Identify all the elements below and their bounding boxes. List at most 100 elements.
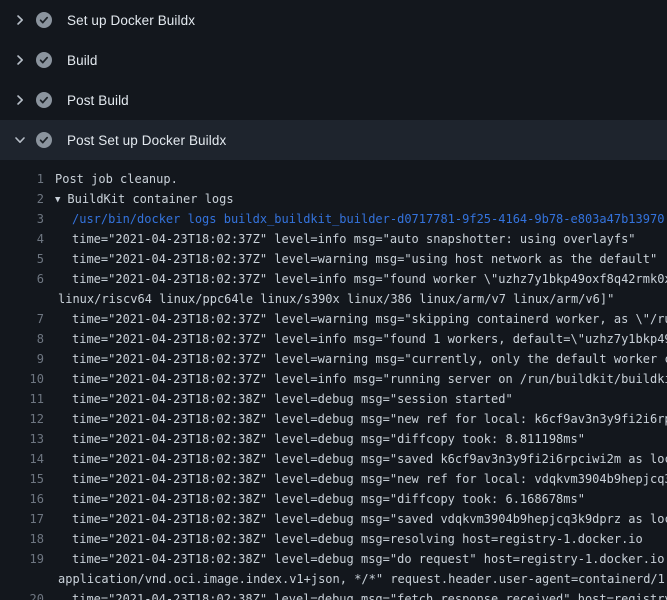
log-line[interactable]: 7 time="2021-04-23T18:02:37Z" level=warn… [0, 309, 667, 329]
check-circle-icon [36, 92, 52, 108]
line-text: time="2021-04-23T18:02:37Z" level=info m… [44, 229, 636, 249]
line-number[interactable]: 18 [0, 529, 44, 549]
line-text-content: time="2021-04-23T18:02:38Z" level=debug … [72, 532, 643, 546]
line-text: application/vnd.oci.image.index.v1+json,… [44, 569, 667, 589]
line-text: Post job cleanup. [44, 169, 178, 189]
step-label: Post Set up Docker Buildx [67, 133, 226, 148]
log-line[interactable]: 4 time="2021-04-23T18:02:37Z" level=info… [0, 229, 667, 249]
line-number[interactable]: 16 [0, 489, 44, 509]
chevron-right-icon[interactable] [12, 92, 28, 108]
line-number[interactable] [0, 569, 44, 589]
line-text-content: time="2021-04-23T18:02:37Z" level=info m… [72, 372, 667, 386]
chevron-down-icon[interactable] [12, 132, 28, 148]
line-number[interactable]: 12 [0, 409, 44, 429]
line-text: time="2021-04-23T18:02:37Z" level=info m… [44, 369, 667, 389]
step-label: Post Build [67, 93, 129, 108]
log-line[interactable]: 14 time="2021-04-23T18:02:38Z" level=deb… [0, 449, 667, 469]
workflow-log-viewer: Set up Docker Buildx Build [0, 0, 667, 600]
line-text: time="2021-04-23T18:02:38Z" level=debug … [44, 429, 585, 449]
line-text-content: time="2021-04-23T18:02:37Z" level=warnin… [72, 252, 657, 266]
log-line[interactable]: 9 time="2021-04-23T18:02:37Z" level=warn… [0, 349, 667, 369]
line-number[interactable]: 5 [0, 249, 44, 269]
log-line[interactable]: 6 time="2021-04-23T18:02:37Z" level=info… [0, 269, 667, 289]
line-text-content: time="2021-04-23T18:02:38Z" level=debug … [72, 392, 513, 406]
log-line[interactable]: 1 Post job cleanup. [0, 169, 667, 189]
log-line[interactable]: 2 ▼BuildKit container logs [0, 189, 667, 209]
line-number[interactable]: 17 [0, 509, 44, 529]
log-line[interactable]: 20 time="2021-04-23T18:02:38Z" level=deb… [0, 589, 667, 600]
line-number[interactable]: 20 [0, 589, 44, 600]
line-text: time="2021-04-23T18:02:38Z" level=debug … [44, 389, 513, 409]
line-text-content: time="2021-04-23T18:02:38Z" level=debug … [72, 592, 667, 600]
line-number[interactable]: 9 [0, 349, 44, 369]
line-text: linux/riscv64 linux/ppc64le linux/s390x … [44, 289, 614, 309]
line-number[interactable]: 14 [0, 449, 44, 469]
line-text-content: time="2021-04-23T18:02:37Z" level=info m… [72, 332, 667, 346]
log-line[interactable]: 13 time="2021-04-23T18:02:38Z" level=deb… [0, 429, 667, 449]
line-text-content: time="2021-04-23T18:02:38Z" level=debug … [72, 492, 585, 506]
check-circle-icon [36, 52, 52, 68]
step-row-3[interactable]: Post Set up Docker Buildx [0, 120, 667, 160]
log-line[interactable]: 11 time="2021-04-23T18:02:38Z" level=deb… [0, 389, 667, 409]
collapse-triangle-icon[interactable]: ▼ [55, 195, 60, 205]
line-text: ▼BuildKit container logs [44, 189, 234, 209]
line-text-content: time="2021-04-23T18:02:37Z" level=info m… [72, 232, 636, 246]
line-number[interactable]: 13 [0, 429, 44, 449]
line-number[interactable]: 10 [0, 369, 44, 389]
log-line[interactable]: 16 time="2021-04-23T18:02:38Z" level=deb… [0, 489, 667, 509]
log-line[interactable]: application/vnd.oci.image.index.v1+json,… [0, 569, 667, 589]
step-row-1[interactable]: Build [0, 40, 667, 80]
log-line[interactable]: 3 /usr/bin/docker logs buildx_buildkit_b… [0, 209, 667, 229]
step-row-2[interactable]: Post Build [0, 80, 667, 120]
line-text-content: application/vnd.oci.image.index.v1+json,… [58, 572, 667, 586]
line-text: time="2021-04-23T18:02:38Z" level=debug … [44, 489, 585, 509]
log-line[interactable]: 10 time="2021-04-23T18:02:37Z" level=inf… [0, 369, 667, 389]
line-number[interactable]: 3 [0, 209, 44, 229]
line-number[interactable]: 4 [0, 229, 44, 249]
log-line[interactable]: 8 time="2021-04-23T18:02:37Z" level=info… [0, 329, 667, 349]
log-line[interactable]: 12 time="2021-04-23T18:02:38Z" level=deb… [0, 409, 667, 429]
line-text: time="2021-04-23T18:02:38Z" level=debug … [44, 589, 667, 600]
chevron-right-icon[interactable] [12, 52, 28, 68]
line-text-content: time="2021-04-23T18:02:38Z" level=debug … [72, 412, 667, 426]
line-text: time="2021-04-23T18:02:38Z" level=debug … [44, 409, 667, 429]
line-text-content: time="2021-04-23T18:02:38Z" level=debug … [72, 512, 667, 526]
line-number[interactable]: 1 [0, 169, 44, 189]
line-number[interactable]: 15 [0, 469, 44, 489]
chevron-right-icon[interactable] [12, 12, 28, 28]
log-line[interactable]: 19 time="2021-04-23T18:02:38Z" level=deb… [0, 549, 667, 569]
line-text: time="2021-04-23T18:02:38Z" level=debug … [44, 469, 667, 489]
steps-list: Set up Docker Buildx Build [0, 0, 667, 160]
check-circle-icon [36, 12, 52, 28]
line-number[interactable]: 7 [0, 309, 44, 329]
line-text-content: /usr/bin/docker logs buildx_buildkit_bui… [72, 212, 664, 226]
line-number[interactable] [0, 289, 44, 309]
line-text: time="2021-04-23T18:02:38Z" level=debug … [44, 529, 643, 549]
step-label: Set up Docker Buildx [67, 13, 195, 28]
log-line[interactable]: linux/riscv64 linux/ppc64le linux/s390x … [0, 289, 667, 309]
line-text: time="2021-04-23T18:02:37Z" level=warnin… [44, 349, 667, 369]
line-number[interactable]: 19 [0, 549, 44, 569]
line-text: time="2021-04-23T18:02:38Z" level=debug … [44, 449, 667, 469]
log-line[interactable]: 18 time="2021-04-23T18:02:38Z" level=deb… [0, 529, 667, 549]
log-line[interactable]: 15 time="2021-04-23T18:02:38Z" level=deb… [0, 469, 667, 489]
step-row-0[interactable]: Set up Docker Buildx [0, 0, 667, 40]
line-text-content: time="2021-04-23T18:02:38Z" level=debug … [72, 472, 667, 486]
log-area: 1 Post job cleanup. 2 ▼BuildKit containe… [0, 160, 667, 600]
log-line[interactable]: 5 time="2021-04-23T18:02:37Z" level=warn… [0, 249, 667, 269]
line-text: time="2021-04-23T18:02:37Z" level=info m… [44, 329, 667, 349]
line-text-content: linux/riscv64 linux/ppc64le linux/s390x … [58, 292, 614, 306]
log-line[interactable]: 17 time="2021-04-23T18:02:38Z" level=deb… [0, 509, 667, 529]
line-number[interactable]: 8 [0, 329, 44, 349]
line-number[interactable]: 2 [0, 189, 44, 209]
line-text: time="2021-04-23T18:02:38Z" level=debug … [44, 509, 667, 529]
line-text: /usr/bin/docker logs buildx_buildkit_bui… [44, 209, 664, 229]
line-number[interactable]: 11 [0, 389, 44, 409]
check-circle-icon [36, 132, 52, 148]
line-text: time="2021-04-23T18:02:37Z" level=warnin… [44, 249, 657, 269]
line-text-content: time="2021-04-23T18:02:37Z" level=warnin… [72, 352, 667, 366]
line-number[interactable]: 6 [0, 269, 44, 289]
line-text-content: time="2021-04-23T18:02:37Z" level=info m… [72, 272, 667, 286]
line-text-content: time="2021-04-23T18:02:38Z" level=debug … [72, 452, 667, 466]
line-text: time="2021-04-23T18:02:37Z" level=info m… [44, 269, 667, 289]
